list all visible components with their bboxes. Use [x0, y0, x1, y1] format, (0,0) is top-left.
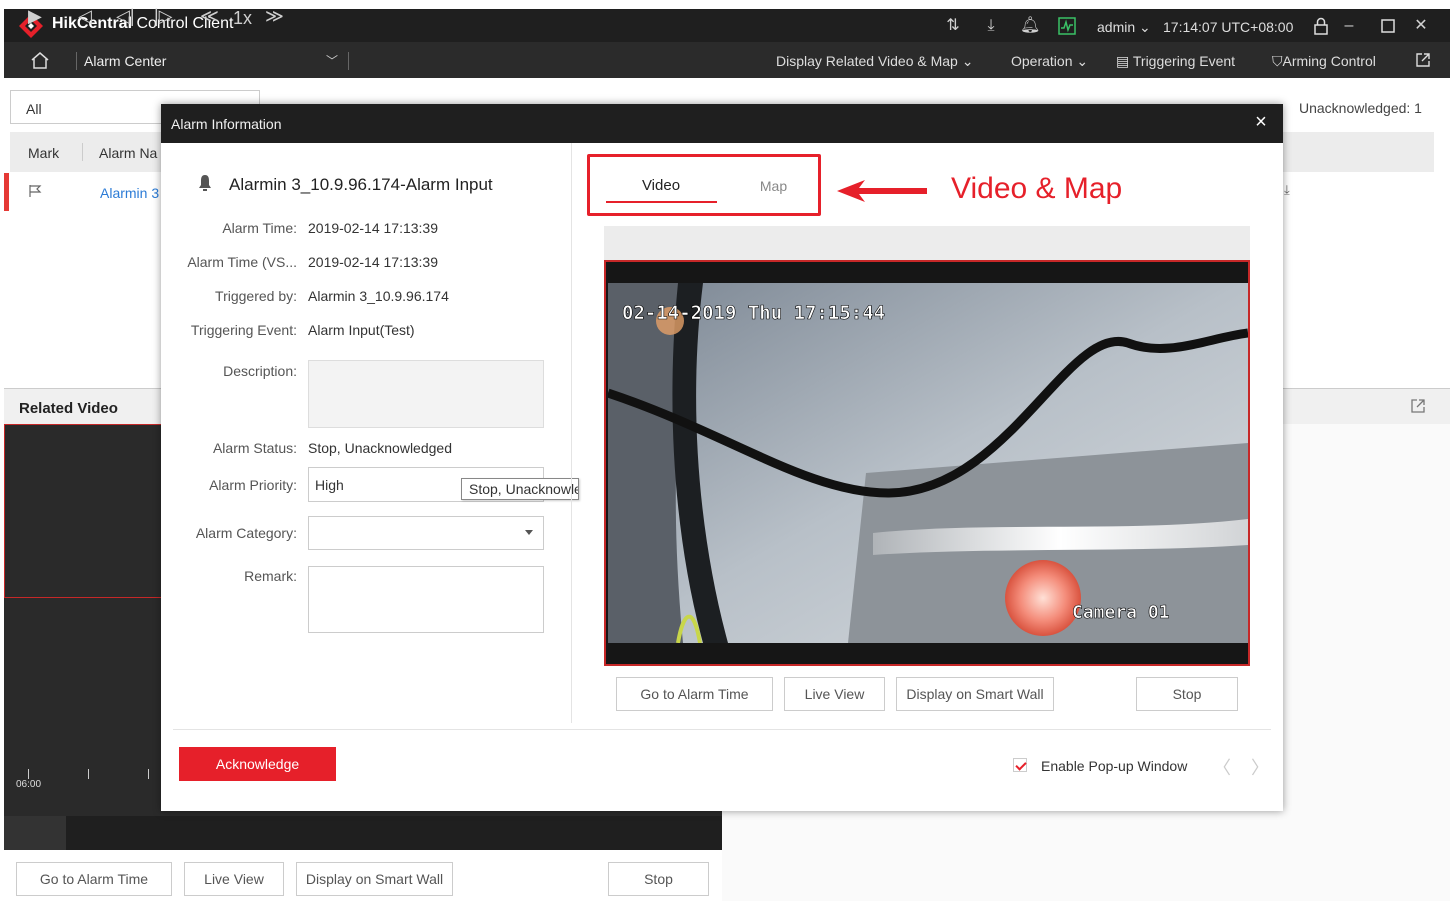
minimize-icon[interactable]: – [1340, 17, 1358, 35]
camera-feed-image: 02-14-2019 Thu 17:15:44 Camera 01 [608, 283, 1248, 643]
play-icon[interactable]: ▶ [28, 6, 42, 27]
module-bar: Alarm Center ﹀ Display Related Video & M… [4, 42, 1450, 78]
display-related-video-map-menu[interactable]: Display Related Video & Map ⌄ [776, 53, 973, 70]
bell-icon[interactable]: 🔔︎ [1020, 17, 1040, 35]
alarm-row-indicator [4, 173, 9, 211]
prev-frame-icon[interactable]: ◁| [116, 6, 135, 27]
footer-divider [173, 729, 1271, 730]
stop-button[interactable]: Stop [1136, 677, 1238, 711]
description-label: Description: [223, 363, 297, 379]
close-icon[interactable]: ✕ [1412, 17, 1430, 35]
live-view-button[interactable]: Live View [784, 677, 885, 711]
annotation-label: Video & Map [951, 172, 1123, 205]
stop-button[interactable]: Stop [608, 862, 709, 896]
lock-icon[interactable] [1312, 17, 1330, 35]
step-back-icon[interactable]: ◁ [78, 6, 92, 27]
triggering-event-button[interactable]: ▤ Triggering Event [1116, 53, 1235, 70]
next-frame-icon[interactable]: |▷ [154, 6, 173, 27]
remark-label: Remark: [244, 568, 297, 584]
sort-icon[interactable]: ⇅ [944, 17, 962, 35]
alarm-time-vs-value: 2019-02-14 17:13:39 [308, 254, 438, 270]
alarm-status-value: Stop, Unacknowledged [308, 440, 452, 456]
triggered-by-value: Alarmin 3_10.9.96.174 [308, 288, 449, 304]
live-view-button[interactable]: Live View [184, 862, 284, 896]
annotation-arrow-icon [837, 180, 927, 202]
alarm-information-dialog: Alarm Information × Alarmin 3_10.9.96.17… [161, 104, 1283, 811]
arming-control-button[interactable]: ⛉Arming Control [1272, 53, 1376, 70]
triggered-by-label: Triggered by: [215, 288, 297, 304]
next-alarm-icon[interactable]: 〉 [1251, 754, 1269, 780]
module-selector[interactable]: Alarm Center [84, 53, 166, 69]
triggering-event-value: Alarm Input(Test) [308, 322, 415, 338]
download-icon[interactable]: ⤓ [982, 17, 1000, 35]
unacknowledged-count: Unacknowledged: 1 [1299, 100, 1422, 116]
tab-map[interactable]: Map [741, 178, 806, 194]
download-icon[interactable]: ⤓ [1284, 182, 1290, 198]
go-to-alarm-time-button[interactable]: Go to Alarm Time [616, 677, 773, 711]
column-header-mark[interactable]: Mark [28, 145, 59, 161]
osd-datetime: 02-14-2019 Thu 17:15:44 [622, 302, 885, 324]
alarm-category-label: Alarm Category: [195, 525, 297, 541]
previous-alarm-icon[interactable]: 〈 [1213, 754, 1231, 780]
column-divider [571, 143, 572, 723]
timeline-start-label: 06:00 [16, 779, 42, 790]
popout-icon[interactable] [1414, 51, 1432, 69]
alarm-status-label: Alarm Status: [212, 440, 297, 456]
alarm-row-name-link[interactable]: Alarmin 3 [100, 185, 159, 201]
maximize-icon[interactable] [1379, 17, 1397, 35]
display-on-smart-wall-button[interactable]: Display on Smart Wall [896, 677, 1054, 711]
popout-icon[interactable] [1410, 398, 1426, 414]
user-menu[interactable]: admin ⌄ [1097, 19, 1151, 36]
dialog-title: Alarm Information [171, 116, 282, 132]
description-field [308, 360, 544, 428]
health-monitor-icon[interactable] [1058, 17, 1076, 35]
event-list-icon: ▤ [1116, 53, 1130, 69]
dropdown-arrow-icon [525, 530, 533, 535]
shield-icon: ⛉ [1272, 53, 1283, 69]
home-icon[interactable] [30, 51, 50, 69]
alarm-status-tooltip: Stop, Unacknowledged [461, 478, 579, 500]
alarm-time-label: Alarm Time: [222, 220, 297, 236]
play-button[interactable] [4, 816, 66, 850]
display-on-smart-wall-button[interactable]: Display on Smart Wall [296, 862, 453, 896]
close-icon[interactable]: × [1251, 112, 1271, 132]
acknowledge-button[interactable]: Acknowledge [179, 747, 336, 781]
column-header-alarm-name[interactable]: Alarm Na [99, 145, 157, 161]
osd-camera-name: Camera 01 [1072, 602, 1170, 623]
playback-controls [4, 816, 722, 850]
playback-speed: 1x [233, 8, 253, 28]
alarm-time-vs-label: Alarm Time (VS... [187, 254, 297, 270]
clock: 17:14:07 UTC+08:00 [1163, 19, 1294, 35]
tab-video[interactable]: Video [606, 177, 716, 194]
title-bar: HikCentral Control Client ⇅ ⤓ 🔔︎ admin ⌄… [4, 9, 1450, 42]
speed-up-icon[interactable]: ≫ [265, 6, 284, 27]
chevron-down-icon[interactable]: ﹀ [326, 52, 338, 69]
operation-menu[interactable]: Operation ⌄ [1011, 53, 1088, 70]
enable-popup-label: Enable Pop-up Window [1041, 758, 1188, 774]
active-tab-underline [606, 201, 717, 203]
alarm-name-heading: Alarmin 3_10.9.96.174-Alarm Input [229, 175, 493, 194]
remark-textarea[interactable] [308, 566, 544, 633]
flag-icon[interactable] [28, 184, 42, 198]
alarm-time-value: 2019-02-14 17:13:39 [308, 220, 438, 236]
alarm-category-select[interactable] [308, 516, 544, 550]
triggering-event-label: Triggering Event: [190, 322, 297, 338]
go-to-alarm-time-button[interactable]: Go to Alarm Time [16, 862, 172, 896]
alarm-priority-label: Alarm Priority: [209, 477, 297, 493]
alarm-bell-icon [199, 175, 211, 191]
dialog-header: Alarm Information × [161, 104, 1283, 143]
enable-popup-checkbox[interactable] [1013, 758, 1027, 772]
video-toolbar [604, 226, 1250, 260]
alarm-video-player[interactable]: 02-14-2019 Thu 17:15:44 Camera 01 [604, 260, 1250, 666]
slow-down-icon[interactable]: ≪ [200, 6, 219, 27]
